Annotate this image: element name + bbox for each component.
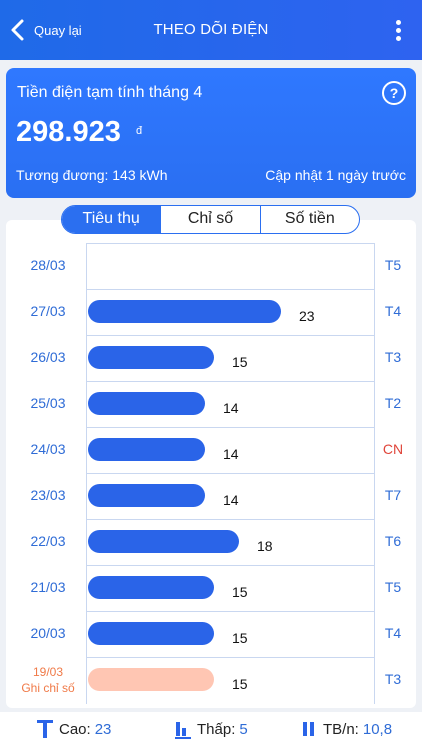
min-bar-icon	[175, 722, 191, 739]
value-label: 23	[299, 308, 315, 324]
chart-bar[interactable]	[88, 576, 214, 599]
value-label: 15	[232, 630, 248, 646]
weekday-label: CN	[382, 441, 404, 457]
high-stat: Cao: 23	[36, 718, 111, 740]
date-text: 19/03	[32, 665, 64, 679]
tab-meter-index[interactable]: Chỉ số	[160, 206, 259, 233]
date-label: 23/03	[30, 487, 66, 503]
tab-amount[interactable]: Số tiền	[259, 206, 359, 233]
avg-label: TB/n:	[323, 720, 359, 738]
tab-consumption[interactable]: Tiêu thụ	[62, 206, 161, 233]
weekday-label: T2	[384, 395, 402, 411]
row-divider	[86, 335, 375, 336]
low-stat: Thấp: 5	[174, 718, 248, 740]
value-label: 15	[232, 584, 248, 600]
value-label: 15	[232, 354, 248, 370]
top-bar: Quay lại THEO DÕI ĐIỆN	[0, 0, 422, 60]
avg-bar-icon	[303, 722, 314, 736]
value-label: 14	[223, 446, 239, 462]
equivalent-kwh: Tương đương: 143 kWh	[16, 167, 168, 183]
chart-bar[interactable]	[88, 622, 214, 645]
date-label: 25/03	[30, 395, 66, 411]
weekday-label: T3	[384, 349, 402, 365]
date-label: 22/03	[30, 533, 66, 549]
chart-bar[interactable]	[88, 668, 214, 691]
summary-title: Tiền điện tạm tính tháng 4	[17, 84, 203, 101]
update-status: Cập nhật 1 ngày trước	[265, 167, 406, 183]
avg-stat: TB/n: 10,8	[300, 718, 392, 740]
date-label: 27/03	[30, 303, 66, 319]
page-title: THEO DÕI ĐIỆN	[153, 21, 269, 38]
row-divider	[86, 611, 375, 612]
value-label: 15	[232, 676, 248, 692]
date-label: 20/03	[30, 625, 66, 641]
summary-card: Tiền điện tạm tính tháng 4 ? 298.923 đ T…	[6, 68, 416, 198]
amount-value: 298.923	[16, 116, 121, 148]
chart-bar[interactable]	[88, 438, 205, 461]
view-tabs: Tiêu thụ Chỉ số Số tiền	[61, 205, 360, 234]
high-value: 23	[94, 720, 112, 738]
weekday-label: T5	[384, 579, 402, 595]
max-bar-icon	[37, 720, 53, 738]
value-label: 14	[223, 400, 239, 416]
meter-reading-note: Ghi chỉ số	[21, 681, 75, 695]
weekday-label: T4	[384, 625, 402, 641]
weekday-label: T6	[384, 533, 402, 549]
row-divider	[86, 381, 375, 382]
row-divider	[86, 473, 375, 474]
avg-value: 10,8	[362, 720, 393, 738]
chart-bar[interactable]	[88, 392, 205, 415]
date-label: 28/03	[30, 257, 66, 273]
more-options-icon[interactable]	[394, 20, 402, 42]
row-divider	[86, 565, 375, 566]
date-label: 21/03	[30, 579, 66, 595]
date-label: 26/03	[30, 349, 66, 365]
currency-unit: đ	[136, 125, 143, 137]
row-divider	[86, 519, 375, 520]
low-value: 5	[239, 720, 248, 738]
weekday-label: T4	[384, 303, 402, 319]
weekday-label: T5	[384, 257, 402, 273]
stats-footer: Cao: 23 Thấp: 5 TB/n: 10,8	[0, 712, 422, 750]
chart-bar[interactable]	[88, 530, 239, 553]
date-label: 19/03 Ghi chỉ số	[20, 664, 76, 696]
value-label: 14	[223, 492, 239, 508]
weekday-label: T3	[384, 671, 402, 687]
low-label: Thấp:	[197, 720, 236, 738]
date-label: 24/03	[30, 441, 66, 457]
row-divider	[86, 657, 375, 658]
chart-bar[interactable]	[88, 484, 205, 507]
value-label: 18	[257, 538, 273, 554]
row-divider	[86, 427, 375, 428]
chart-bar[interactable]	[88, 346, 214, 369]
chart-bar[interactable]	[88, 300, 281, 323]
row-divider	[86, 289, 375, 290]
high-label: Cao:	[59, 720, 91, 738]
weekday-label: T7	[384, 487, 402, 503]
help-icon[interactable]: ?	[382, 81, 406, 105]
